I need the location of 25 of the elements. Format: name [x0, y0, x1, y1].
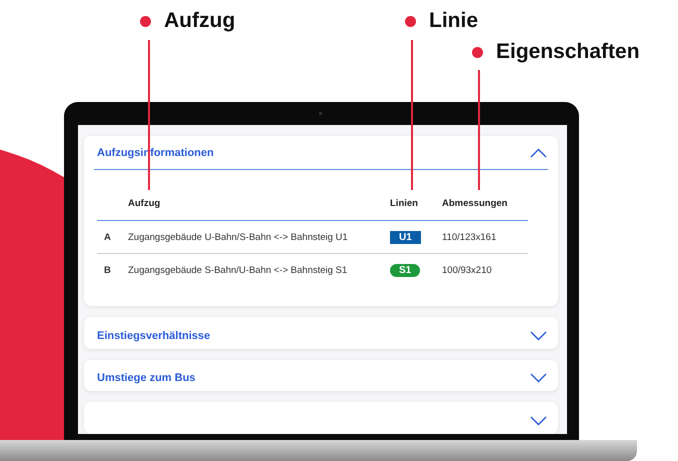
- dimensions: 100/93x210: [442, 264, 493, 276]
- row-letter: B: [103, 264, 112, 276]
- bullet-dot: [472, 46, 483, 58]
- row-letter: A: [103, 232, 112, 242]
- section-title: Umstiege zum Bus: [97, 372, 196, 384]
- column-header: Abmessungen: [442, 198, 508, 208]
- callout-label: Linie: [429, 9, 478, 33]
- line-badge: U1: [390, 230, 421, 244]
- bullet-dot: [405, 16, 416, 26]
- chevron-down-icon: [530, 416, 547, 426]
- section-header[interactable]: Einstiegsverhältnisse: [84, 317, 558, 349]
- elevator-name: Zugangsgebäude U-Bahn/S-Bahn <-> Bahnsteig U1: [128, 232, 349, 242]
- callout-label: Aufzug: [164, 9, 236, 33]
- chevron-down-icon: [530, 373, 547, 384]
- section-title: Einstiegsverhältnisse: [97, 330, 210, 342]
- elevator-name: Zugangsgebäude S-Bahn/U-Bahn <-> Bahnsteig S1: [128, 264, 348, 276]
- column-header: Linien: [390, 198, 419, 208]
- callout-label: Eigenschaften: [496, 40, 640, 64]
- bullet-dot: [140, 16, 151, 26]
- section-header[interactable]: Umstiege zum Bus: [84, 360, 558, 392]
- chevron-down-icon: [530, 330, 547, 340]
- line-badge: S1: [390, 264, 420, 276]
- dimensions: 110/123x161: [442, 232, 498, 242]
- chevron-up-icon: [530, 148, 547, 158]
- column-header: Aufzug: [128, 198, 162, 208]
